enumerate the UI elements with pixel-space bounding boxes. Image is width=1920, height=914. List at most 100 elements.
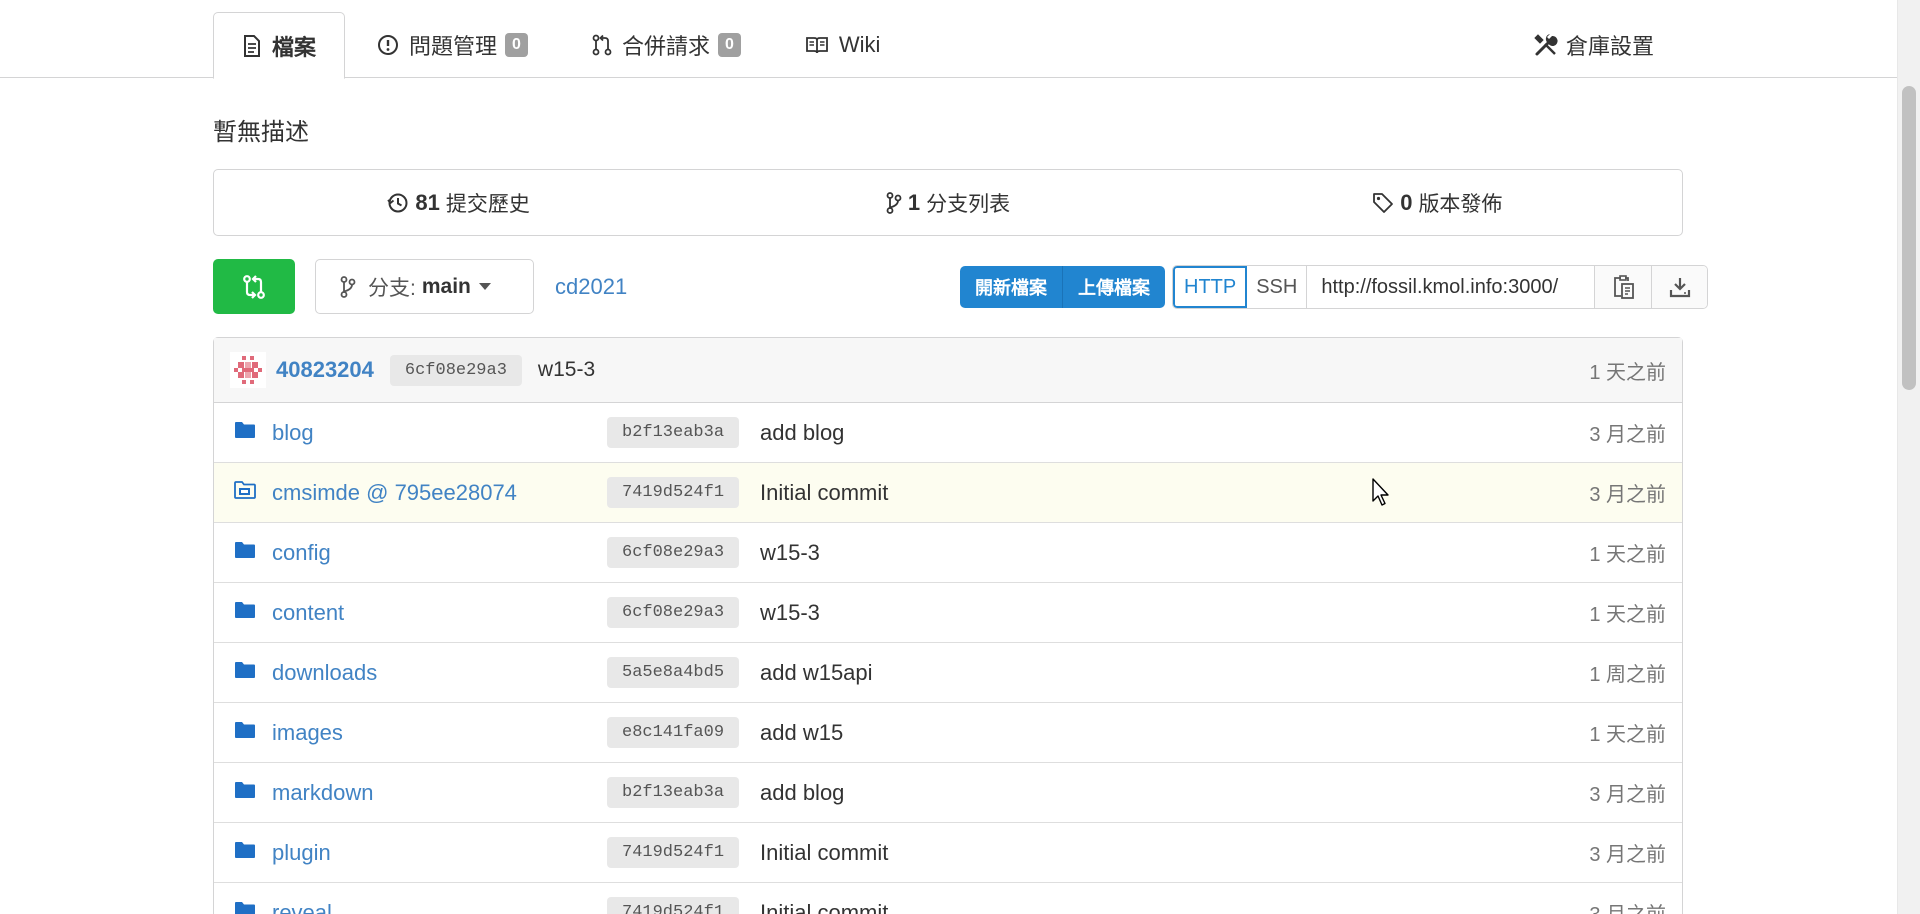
file-commit-sha[interactable]: 5a5e8a4bd5	[607, 657, 740, 688]
table-row[interactable]: content 6cf08e29a3 w15-3 1 天之前	[214, 583, 1682, 643]
issue-opened-icon	[377, 34, 399, 56]
releases-label: 版本發佈	[1418, 192, 1503, 216]
branches-label: 分支列表	[926, 192, 1011, 216]
branch-name: main	[421, 274, 471, 298]
tab-issues[interactable]: 問題管理 0	[345, 12, 560, 78]
git-pull-request-icon	[592, 34, 612, 56]
table-row[interactable]: blog b2f13eab3a add blog 3 月之前	[214, 403, 1682, 463]
table-row[interactable]: cmsimde @ 795ee28074 7419d524f1 Initial co…	[214, 463, 1682, 523]
copy-url-button[interactable]	[1595, 266, 1652, 308]
file-name-link[interactable]: content	[272, 600, 344, 626]
clone-url-input[interactable]	[1307, 266, 1596, 308]
repo-description: 暫無描述	[213, 119, 309, 146]
scrollbar-thumb[interactable]	[1902, 86, 1916, 390]
file-name-link[interactable]: images	[272, 720, 343, 746]
tab-wiki-label: Wiki	[838, 32, 881, 57]
folder-icon	[234, 841, 256, 859]
submodule-folder-icon	[234, 481, 256, 499]
file-commit-time: 1 天之前	[1589, 544, 1666, 566]
tag-icon	[1372, 192, 1394, 214]
avatar[interactable]	[230, 352, 266, 388]
commit-message[interactable]: w15-3	[538, 358, 595, 382]
git-branch-icon	[340, 275, 356, 298]
file-name-link[interactable]: cmsimde @ 795ee28074	[272, 480, 517, 506]
releases-count: 0	[1400, 189, 1413, 215]
releases-stat[interactable]: 0 版本發佈	[1193, 170, 1682, 235]
clone-panel: HTTP SSH	[1172, 265, 1709, 309]
repo-stats-bar: 81 提交歷史 1 分支列表 0 版本發佈	[213, 169, 1683, 236]
tools-icon	[1534, 33, 1558, 57]
file-commit-sha[interactable]: b2f13eab3a	[607, 417, 740, 448]
file-commit-sha[interactable]: e8c141fa09	[607, 717, 740, 748]
download-archive-button[interactable]	[1651, 266, 1708, 308]
file-commit-sha[interactable]: 7419d524f1	[607, 477, 740, 508]
folder-icon	[234, 901, 256, 914]
tab-wiki[interactable]: Wiki	[773, 12, 913, 78]
file-name-link[interactable]: plugin	[272, 840, 331, 866]
caret-down-icon	[478, 283, 491, 290]
file-commit-message[interactable]: add w15	[760, 720, 843, 746]
file-commit-message[interactable]: Initial commit	[760, 840, 888, 866]
branch-prefix: 分支:	[368, 276, 416, 300]
file-commit-message[interactable]: add blog	[760, 780, 844, 806]
file-commit-message[interactable]: Initial commit	[760, 900, 888, 914]
file-commit-sha[interactable]: 7419d524f1	[607, 837, 740, 868]
commits-label: 提交歷史	[445, 192, 530, 216]
table-row[interactable]: images e8c141fa09 add w15 1 天之前	[214, 703, 1682, 763]
compare-pull-button[interactable]	[213, 259, 295, 314]
file-text-icon	[242, 34, 262, 57]
tab-files-label: 檔案	[272, 34, 317, 60]
file-commit-message[interactable]: w15-3	[760, 540, 820, 566]
file-name-link[interactable]: markdown	[272, 780, 373, 806]
page-scrollbar[interactable]	[1897, 0, 1920, 914]
file-commit-time: 3 月之前	[1589, 424, 1666, 446]
commit-time: 1 天之前	[1589, 361, 1666, 384]
file-commit-sha[interactable]: 6cf08e29a3	[607, 537, 740, 568]
repo-tab-bar: 檔案 問題管理 0 合併請求 0 Wiki 倉庫設置	[0, 0, 1897, 79]
tab-files[interactable]: 檔案	[213, 12, 346, 79]
table-row[interactable]: downloads 5a5e8a4bd5 add w15api 1 周之前	[214, 643, 1682, 703]
folder-icon	[234, 781, 256, 799]
table-row[interactable]: reveal 7419d524f1 Initial commit 3 月之前	[214, 883, 1682, 914]
file-name-link[interactable]: reveal	[272, 900, 332, 914]
tab-pull-requests-label: 合併請求	[621, 34, 710, 59]
breadcrumb-repo-link[interactable]: cd2021	[555, 274, 627, 300]
commit-author-link[interactable]: 40823204	[276, 357, 374, 383]
book-icon	[805, 35, 829, 55]
file-commit-message[interactable]: add w15api	[760, 660, 873, 686]
upload-file-button[interactable]: 上傳檔案	[1062, 266, 1165, 308]
latest-commit-header: 40823204 6cf08e29a3 w15-3 1 天之前	[214, 338, 1682, 403]
new-file-button[interactable]: 開新檔案	[960, 266, 1062, 308]
tab-pull-requests[interactable]: 合併請求 0	[560, 12, 773, 78]
commit-sha-label[interactable]: 6cf08e29a3	[389, 354, 522, 386]
branch-dropdown[interactable]: 分支: main	[315, 259, 534, 314]
file-commit-sha[interactable]: 6cf08e29a3	[607, 597, 740, 628]
issues-count-badge: 0	[505, 33, 528, 57]
file-name-link[interactable]: blog	[272, 420, 314, 446]
file-commit-time: 3 月之前	[1589, 784, 1666, 806]
file-commit-message[interactable]: Initial commit	[760, 480, 888, 506]
clone-http-button[interactable]: HTTP	[1173, 266, 1248, 308]
file-commit-time: 3 月之前	[1589, 898, 1666, 914]
table-row[interactable]: plugin 7419d524f1 Initial commit 3 月之前	[214, 823, 1682, 883]
file-commit-message[interactable]: add blog	[760, 420, 844, 446]
file-commit-time: 3 月之前	[1589, 484, 1666, 506]
file-commit-time: 1 天之前	[1589, 604, 1666, 626]
file-commit-sha[interactable]: b2f13eab3a	[607, 777, 740, 808]
file-name-link[interactable]: downloads	[272, 660, 377, 686]
file-name-link[interactable]: config	[272, 540, 331, 566]
commits-count: 81	[415, 189, 440, 215]
tab-repo-settings[interactable]: 倉庫設置	[1534, 12, 1654, 78]
history-icon	[387, 192, 409, 214]
clone-ssh-button[interactable]: SSH	[1247, 266, 1308, 308]
branches-stat[interactable]: 1 分支列表	[703, 170, 1192, 235]
table-row[interactable]: config 6cf08e29a3 w15-3 1 天之前	[214, 523, 1682, 583]
file-commit-message[interactable]: w15-3	[760, 600, 820, 626]
branches-count: 1	[907, 189, 921, 215]
repo-tabs: 檔案 問題管理 0 合併請求 0 Wiki	[213, 12, 913, 79]
table-row[interactable]: markdown b2f13eab3a add blog 3 月之前	[214, 763, 1682, 823]
commits-stat[interactable]: 81 提交歷史	[214, 170, 703, 235]
file-commit-sha[interactable]: 7419d524f1	[607, 897, 740, 914]
compare-icon	[242, 274, 266, 300]
git-branch-icon	[886, 191, 902, 214]
